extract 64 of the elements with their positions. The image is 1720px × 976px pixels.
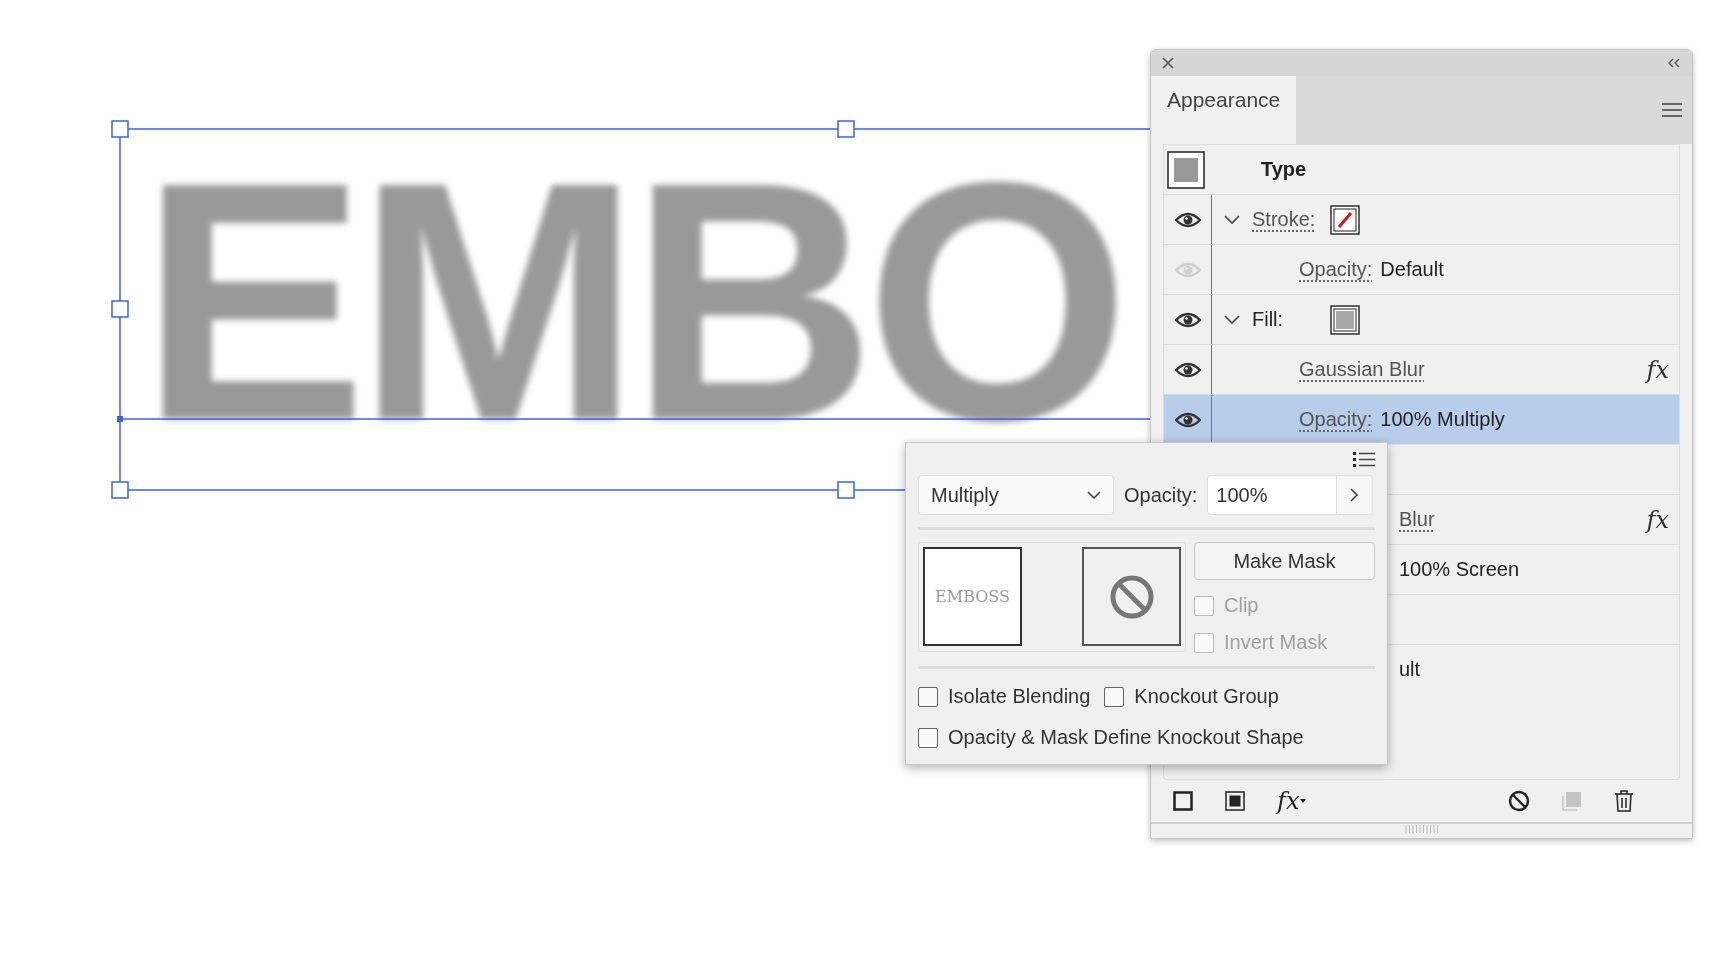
resize-handle[interactable]: [111, 481, 129, 499]
property-value: 100% Multiply: [1380, 408, 1505, 431]
make-mask-button[interactable]: Make Mask: [1194, 542, 1375, 580]
resize-grip-icon[interactable]: [1403, 824, 1440, 834]
duplicate-icon: [1562, 791, 1582, 811]
attribute-link[interactable]: Blur: [1399, 508, 1435, 531]
menu-icon[interactable]: [1662, 102, 1682, 118]
collapse-icon[interactable]: [1666, 57, 1682, 69]
artwork-text: EMBO: [140, 174, 1120, 430]
chevron-icon: [1087, 490, 1101, 500]
square-icon: [1173, 791, 1193, 811]
no-stroke-swatch[interactable]: [1330, 204, 1360, 235]
attribute-label: Fill:: [1252, 308, 1285, 331]
eye-icon[interactable]: [1174, 311, 1201, 328]
prohibited-icon: [1108, 573, 1155, 620]
resize-handle[interactable]: [837, 481, 855, 499]
opacity-slider-button[interactable]: [1336, 476, 1373, 514]
eye-icon[interactable]: [1174, 411, 1201, 428]
property-value: ult: [1399, 658, 1421, 681]
caret-icon: [1299, 798, 1308, 804]
attribute-link[interactable]: Opacity:: [1299, 408, 1373, 431]
trash-icon: [1614, 790, 1634, 812]
property-value: 100% Screen: [1399, 558, 1520, 581]
list-row[interactable]: Opacity: Default: [1164, 244, 1679, 294]
add-effect-button[interactable]: fx: [1277, 787, 1308, 815]
resize-handle[interactable]: [111, 120, 129, 138]
checkbox[interactable]: [918, 727, 938, 748]
delete-button[interactable]: [1614, 790, 1634, 812]
resize-handle[interactable]: [837, 120, 855, 138]
chevron-right-icon: [1350, 488, 1360, 502]
filled-square-icon: [1225, 791, 1245, 811]
property-value: Default: [1380, 258, 1444, 281]
checkbox-label: Isolate Blending: [948, 685, 1091, 708]
checkbox-label: Opacity & Mask Define Knockout Shape: [948, 726, 1304, 749]
attribute-link[interactable]: Stroke:: [1252, 208, 1330, 231]
list-menu-icon[interactable]: [1353, 451, 1375, 467]
object-type-label: Type: [1261, 158, 1307, 181]
attribute-link[interactable]: Opacity:: [1299, 258, 1373, 281]
add-stroke-button[interactable]: [1173, 791, 1193, 811]
fill-swatch[interactable]: [1330, 304, 1360, 335]
checkbox[interactable]: [1104, 686, 1125, 707]
checkbox-label: Clip: [1224, 594, 1259, 617]
chevron-icon[interactable]: [1224, 314, 1240, 325]
resize-handle[interactable]: [111, 300, 129, 318]
clear-button[interactable]: [1508, 790, 1530, 812]
fx-icon[interactable]: fx: [1646, 355, 1669, 384]
fx-icon[interactable]: fx: [1646, 505, 1669, 534]
prohibited-icon: [1508, 790, 1530, 812]
selected-list-row[interactable]: Opacity: 100% Multiply: [1164, 394, 1679, 444]
close-icon[interactable]: [1161, 56, 1175, 70]
checkbox[interactable]: [918, 686, 938, 707]
thumbnail-icon: [1167, 150, 1205, 189]
blend-mode-dropdown[interactable]: Multiply: [918, 475, 1114, 515]
opacity-field[interactable]: 100%: [1207, 475, 1374, 515]
mask-thumbnail[interactable]: [1082, 547, 1181, 646]
eye-icon[interactable]: [1174, 211, 1201, 228]
chevron-icon[interactable]: [1224, 214, 1240, 225]
panel-tab[interactable]: Appearance: [1151, 76, 1297, 144]
attribute-link[interactable]: Gaussian Blur: [1299, 358, 1425, 381]
list-row[interactable]: Type: [1164, 144, 1679, 194]
list-row[interactable]: Fill:: [1164, 294, 1679, 344]
eye-icon[interactable]: [1174, 361, 1201, 378]
list-row[interactable]: Stroke:: [1164, 194, 1679, 244]
add-fill-button[interactable]: [1225, 791, 1245, 811]
